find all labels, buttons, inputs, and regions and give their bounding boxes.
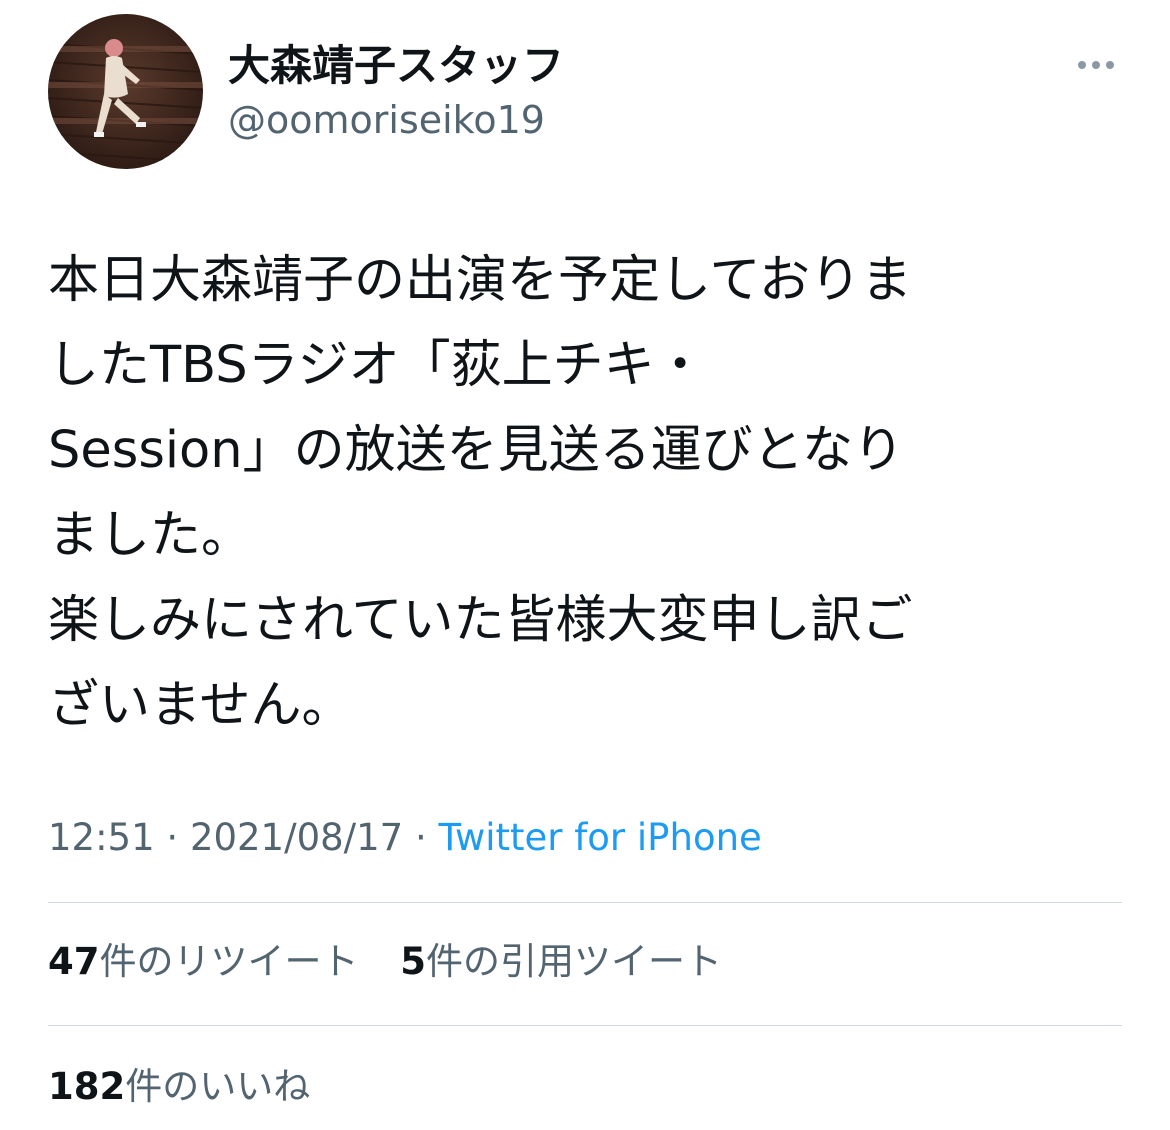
- engagement-stats: 47件のリツイート 5件の引用ツイート: [48, 938, 722, 986]
- tweet-text-line: 本日大森靖子の出演を予定しておりま: [48, 251, 912, 310]
- meta-separator: ·: [414, 816, 427, 859]
- quote-tweets-stat[interactable]: 5件の引用ツイート: [400, 938, 722, 986]
- tweet-source-link[interactable]: Twitter for iPhone: [439, 816, 762, 859]
- more-horizontal-icon-dot: [1106, 61, 1114, 69]
- avatar[interactable]: [48, 14, 203, 169]
- tweet-detail: 大森靖子スタッフ @oomoriseiko19 本日大森靖子の出演を予定しており…: [0, 0, 1170, 1130]
- likes-count: 182: [48, 1065, 126, 1108]
- tweet-text-line: Session」の放送を見送る運びとなり: [48, 421, 905, 480]
- likes-stat[interactable]: 182件のいいね: [48, 1063, 310, 1111]
- meta-separator: ·: [166, 816, 179, 859]
- retweets-count: 47: [48, 940, 100, 983]
- more-options-button[interactable]: [1068, 48, 1124, 82]
- tweet-text-line: したTBSラジオ「荻上チキ・: [48, 336, 706, 395]
- more-horizontal-icon: [1078, 61, 1086, 69]
- retweets-label: 件のリツイート: [99, 940, 359, 983]
- tweet-meta: 12:51 · 2021/08/17 · Twitter for iPhone: [48, 814, 762, 862]
- divider: [48, 1025, 1122, 1026]
- tweet-text: 本日大森靖子の出演を予定しておりま したTBSラジオ「荻上チキ・ Session…: [48, 238, 1128, 748]
- tweet-text-line: ざいません。: [48, 676, 353, 735]
- tweet-text-line: 楽しみにされていた皆様大変申し訳ご: [48, 591, 913, 650]
- quote-tweets-label: 件の引用ツイート: [426, 940, 723, 983]
- display-name[interactable]: 大森靖子スタッフ: [228, 40, 564, 92]
- user-handle[interactable]: @oomoriseiko19: [228, 96, 545, 144]
- divider: [48, 902, 1122, 903]
- retweets-stat[interactable]: 47件のリツイート: [48, 938, 359, 986]
- more-horizontal-icon-dot: [1092, 61, 1100, 69]
- tweet-text-line: ました。: [48, 506, 253, 565]
- user-avatar-photo-icon: [48, 39, 203, 163]
- likes-label: 件のいいね: [125, 1065, 311, 1108]
- quote-tweets-count: 5: [400, 940, 427, 983]
- tweet-date[interactable]: 2021/08/17: [190, 816, 403, 859]
- tweet-time[interactable]: 12:51: [48, 816, 155, 859]
- likes-stat-row: 182件のいいね: [48, 1063, 310, 1111]
